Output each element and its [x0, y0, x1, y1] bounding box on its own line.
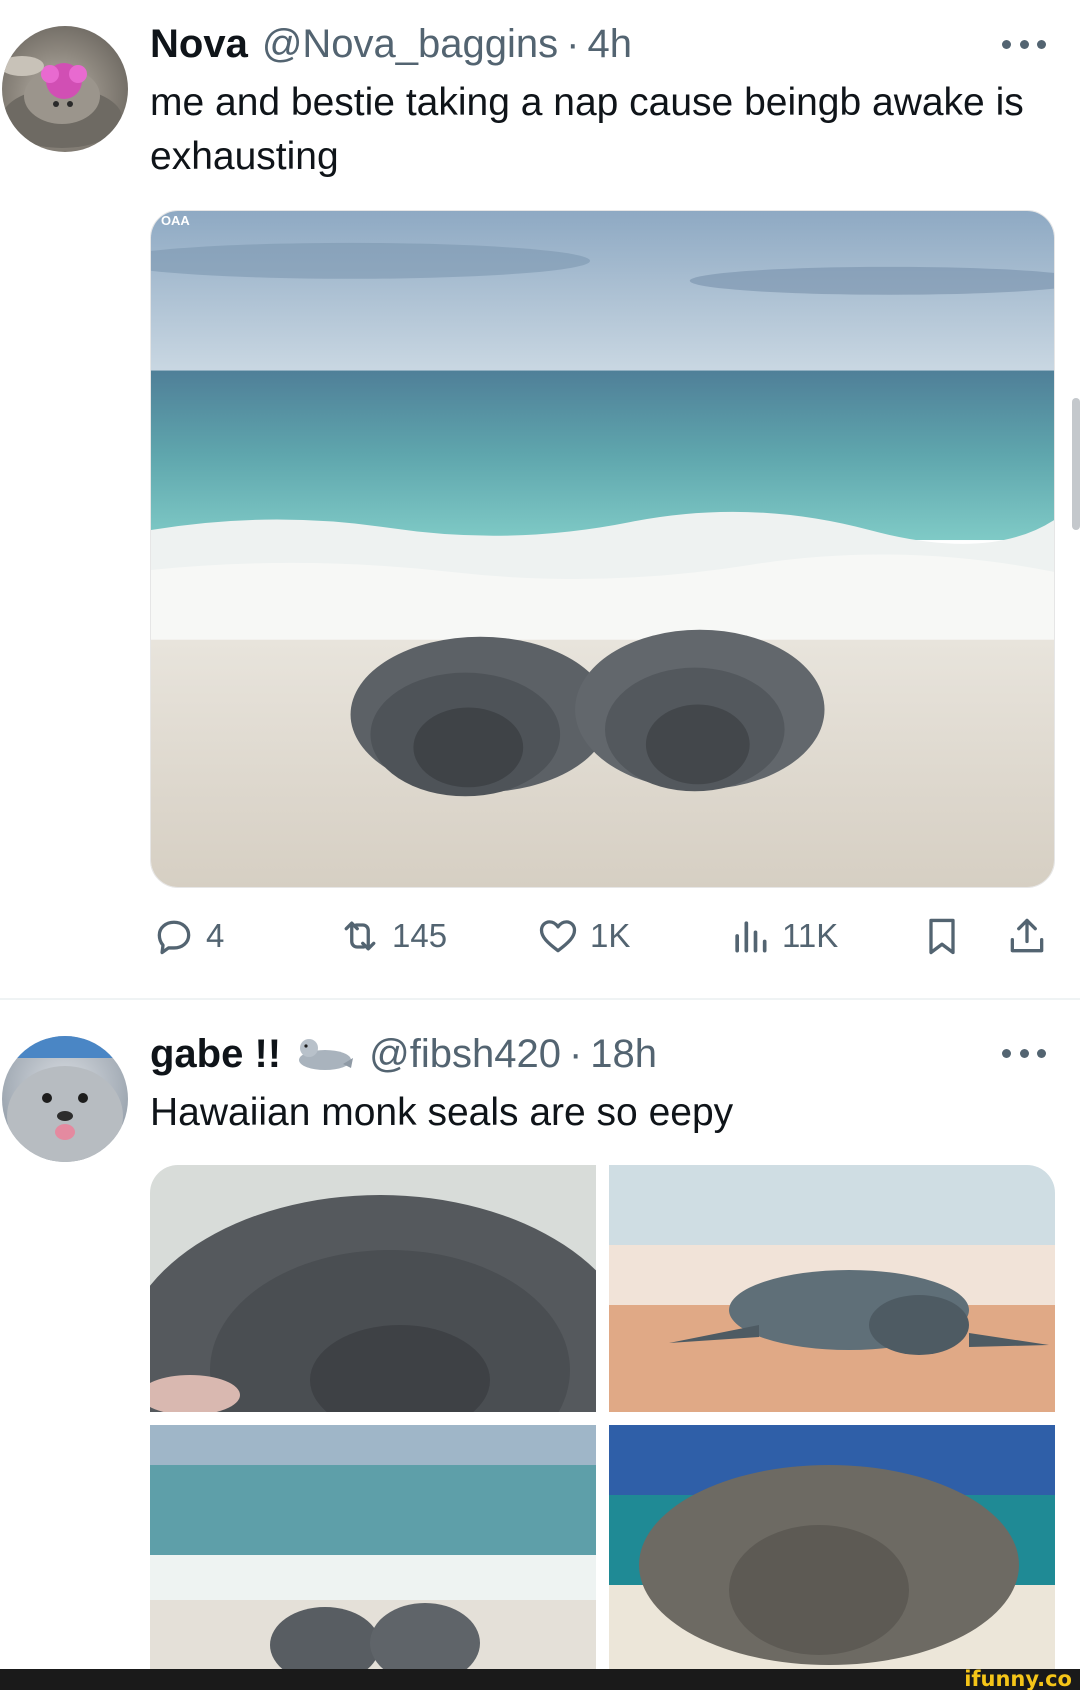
- heart-icon: [539, 920, 577, 953]
- seal-emoji-icon: [299, 1039, 354, 1070]
- timestamp[interactable]: 18h: [590, 1032, 657, 1077]
- grid-image-1[interactable]: [150, 1165, 596, 1412]
- retweet-button[interactable]: 145: [338, 900, 447, 972]
- display-name[interactable]: gabe !!: [150, 1032, 281, 1077]
- image-watermark: OAA: [161, 213, 190, 228]
- reply-icon: [157, 920, 191, 955]
- like-count: 1K: [590, 917, 631, 954]
- tweet-header: gabe !! @fibsh420 · 18h: [150, 1030, 657, 1078]
- tweet-nova[interactable]: Nova @Nova_baggins · 4h me and bestie ta…: [0, 0, 1080, 1000]
- reply-button[interactable]: 4: [152, 900, 224, 972]
- views-button[interactable]: 11K: [728, 900, 838, 972]
- views-icon: [735, 921, 767, 953]
- separator: ·: [568, 1031, 583, 1076]
- more-icon[interactable]: [1002, 38, 1046, 50]
- watermark: ifunny.co: [964, 1667, 1072, 1690]
- separator: ·: [566, 21, 580, 66]
- avatar-gabe[interactable]: [2, 1036, 128, 1162]
- tweet-text: me and bestie taking a nap cause beingb …: [150, 81, 1024, 178]
- user-handle[interactable]: @Nova_baggins: [262, 22, 558, 67]
- retweet-count: 145: [392, 917, 448, 954]
- views-count: 11K: [782, 917, 839, 954]
- like-button[interactable]: 1K: [536, 900, 630, 972]
- grid-image-4[interactable]: [609, 1425, 1055, 1690]
- tweet-header: Nova @Nova_baggins · 4h: [150, 20, 632, 68]
- tweet-image[interactable]: OAA: [150, 210, 1055, 888]
- retweet-icon: [344, 921, 376, 951]
- share-icon: [1010, 918, 1044, 953]
- timestamp[interactable]: 4h: [588, 22, 633, 67]
- tweet-image-grid: [150, 1165, 1055, 1690]
- grid-image-3[interactable]: [150, 1425, 596, 1690]
- bookmark-button[interactable]: [920, 900, 964, 972]
- bookmark-icon: [929, 918, 955, 955]
- avatar-nova[interactable]: [2, 26, 128, 152]
- tweet-text: Hawaiian monk seals are so eepy: [150, 1091, 734, 1134]
- tweet-actions: 4 145 1K 11K: [150, 900, 1055, 972]
- more-icon[interactable]: [1002, 1047, 1046, 1059]
- share-button[interactable]: [1005, 900, 1049, 972]
- reply-count: 4: [206, 917, 225, 954]
- scrollbar[interactable]: [1072, 398, 1080, 530]
- tweet-gabe[interactable]: gabe !! @fibsh420 · 18h Hawaiian monk se…: [0, 1000, 1080, 1690]
- footer-bar: ifunny.co: [0, 1669, 1080, 1690]
- user-handle[interactable]: @fibsh420: [369, 1032, 561, 1077]
- display-name[interactable]: Nova: [150, 22, 248, 67]
- grid-image-2[interactable]: [609, 1165, 1055, 1412]
